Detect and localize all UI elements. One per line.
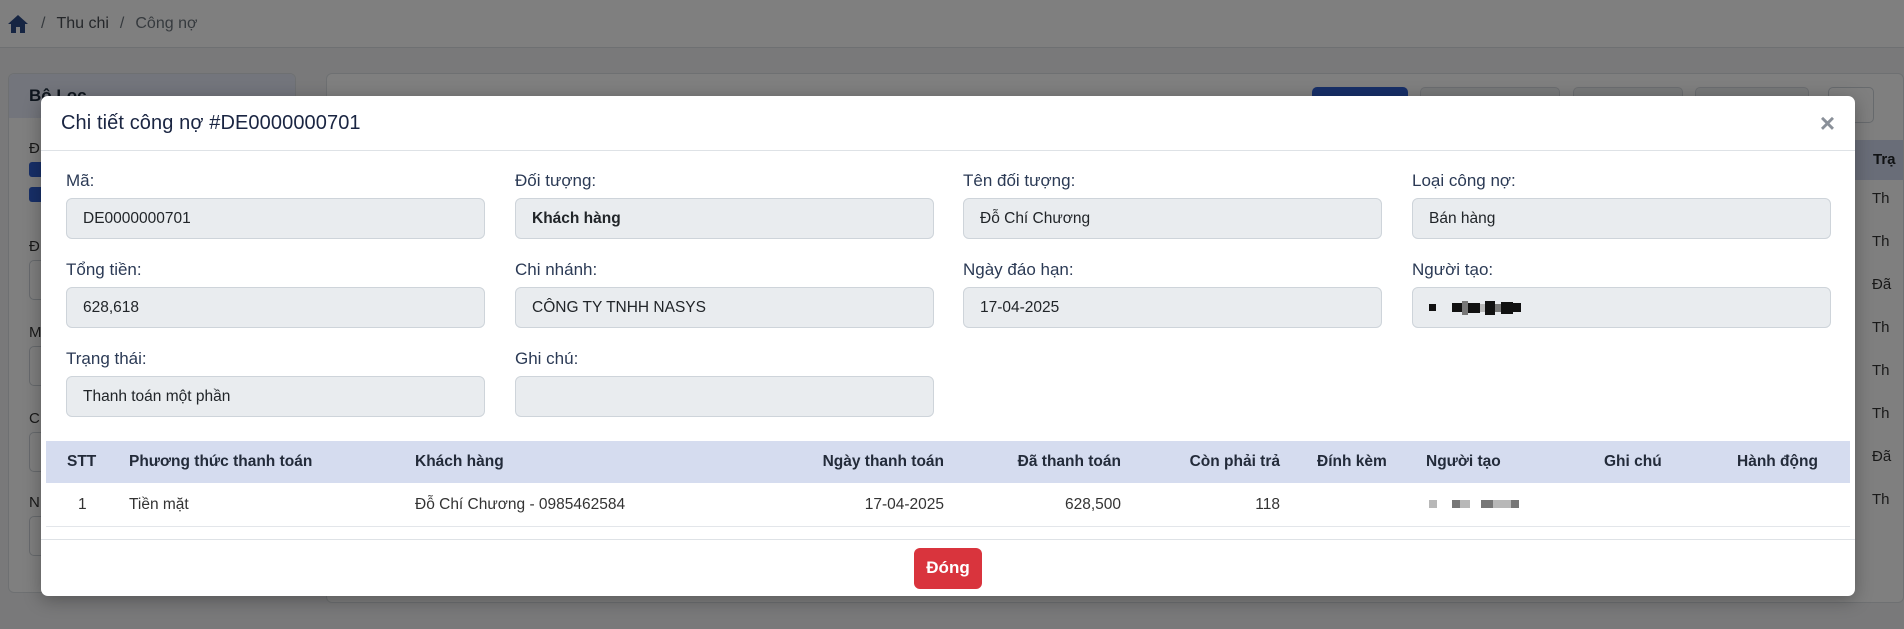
field-trang-thai: Trạng thái: Thanh toán một phần	[66, 348, 485, 417]
col-hanh-dong: Hành động	[1737, 453, 1818, 470]
field-doi-tuong: Đối tượng: Khách hàng	[515, 170, 934, 239]
trang-thai-field: Thanh toán một phần	[66, 376, 485, 417]
field-label: Mã:	[66, 171, 95, 190]
col-ngay-thanh-toan: Ngày thanh toán	[822, 453, 944, 470]
col-ghi-chu: Ghi chú	[1604, 453, 1662, 470]
redacted-creator	[1429, 500, 1519, 508]
cell-da-thanh-toan: 628,500	[1064, 495, 1121, 513]
cell-con-phai-tra: 118	[1255, 495, 1280, 513]
ma-field: DE0000000701	[66, 198, 485, 239]
table-row: 1 Tiền mặt Đỗ Chí Chương - 0985462584 17…	[46, 483, 1850, 527]
field-label: Tên đối tượng:	[963, 171, 1076, 190]
field-label: Đối tượng:	[515, 171, 597, 190]
field-label: Tổng tiền:	[66, 260, 142, 279]
nguoi-tao-field	[1412, 287, 1831, 328]
field-label: Ghi chú:	[515, 349, 579, 368]
cell-phuong-thuc: Tiền mặt	[129, 495, 189, 513]
ghi-chu-field	[515, 376, 934, 417]
field-ma: Mã: DE0000000701	[66, 170, 485, 239]
field-nguoi-tao: Người tạo:	[1412, 259, 1831, 328]
field-label: Loại công nợ:	[1412, 171, 1516, 190]
ten-doi-tuong-field: Đỗ Chí Chương	[963, 198, 1382, 239]
field-ngay-dao-han: Ngày đáo hạn: 17-04-2025	[963, 259, 1382, 328]
col-khach-hang: Khách hàng	[415, 453, 504, 470]
loai-cong-no-field: Bán hàng	[1412, 198, 1831, 239]
col-dinh-kem: Đính kèm	[1317, 453, 1387, 470]
col-da-thanh-toan: Đã thanh toán	[1017, 453, 1121, 470]
debt-detail-modal: Chi tiết công nợ #DE0000000701 × Mã: DE0…	[41, 96, 1855, 596]
col-con-phai-tra: Còn phải trả	[1189, 453, 1280, 470]
field-label: Trạng thái:	[66, 349, 147, 368]
field-label: Ngày đáo hạn:	[963, 260, 1074, 279]
redacted-name	[1429, 300, 1521, 315]
cell-ngay-thanh-toan: 17-04-2025	[864, 495, 944, 513]
table-header-row: STT Phương thức thanh toán Khách hàng Ng…	[46, 441, 1850, 483]
field-ghi-chu: Ghi chú:	[515, 348, 934, 417]
field-loai-cong-no: Loại công nợ: Bán hàng	[1412, 170, 1831, 239]
col-nguoi-tao: Người tạo	[1426, 453, 1501, 470]
field-tong-tien: Tổng tiền: 628,618	[66, 259, 485, 328]
field-ten-doi-tuong: Tên đối tượng: Đỗ Chí Chương	[963, 170, 1382, 239]
field-label: Chi nhánh:	[515, 260, 598, 279]
chi-nhanh-field: CÔNG TY TNHH NASYS	[515, 287, 934, 328]
cell-khach-hang: Đỗ Chí Chương - 0985462584	[415, 495, 626, 513]
close-button[interactable]: Đóng	[914, 547, 982, 589]
tong-tien-field: 628,618	[66, 287, 485, 328]
payment-table: STT Phương thức thanh toán Khách hàng Ng…	[46, 441, 1850, 527]
modal-title: Chi tiết công nợ #DE0000000701	[61, 111, 361, 134]
field-chi-nhanh: Chi nhánh: CÔNG TY TNHH NASYS	[515, 259, 934, 328]
doi-tuong-field: Khách hàng	[515, 198, 934, 239]
modal-footer: Đóng	[41, 539, 1855, 596]
col-stt: STT	[67, 453, 97, 470]
col-phuong-thuc: Phương thức thanh toán	[129, 453, 313, 470]
modal-header: Chi tiết công nợ #DE0000000701 ×	[41, 96, 1855, 151]
cell-stt: 1	[78, 495, 87, 513]
ngay-dao-han-field: 17-04-2025	[963, 287, 1382, 328]
field-label: Người tạo:	[1412, 260, 1494, 279]
close-icon[interactable]: ×	[1820, 110, 1835, 136]
